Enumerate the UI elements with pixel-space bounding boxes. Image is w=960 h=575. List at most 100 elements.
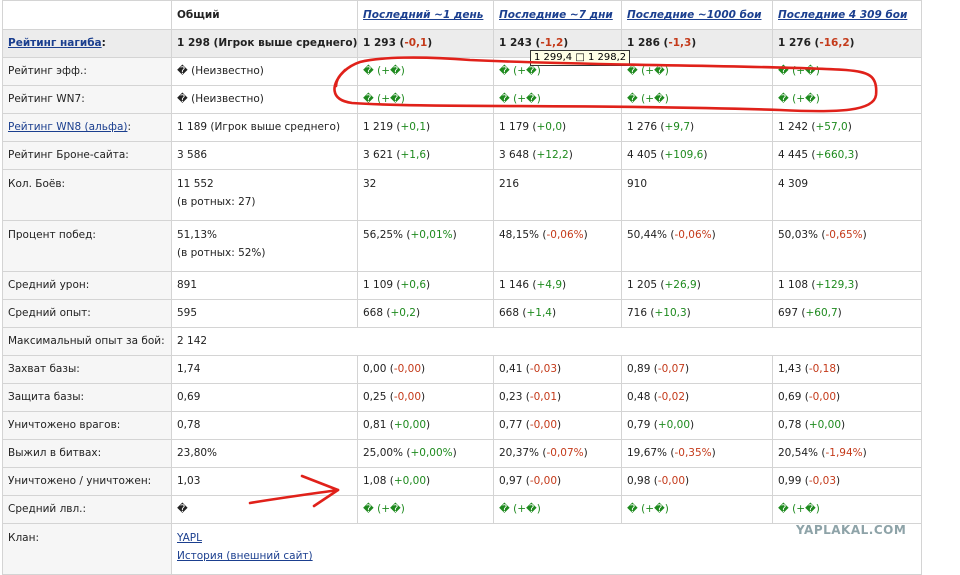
all-delta: -0,00 xyxy=(808,391,836,403)
all-value: 697 xyxy=(778,307,799,319)
general-value: 23,80% xyxy=(171,439,358,468)
general-subvalue: (в ротных: 27) xyxy=(177,196,256,208)
all-cell: 1,43 (-0,18) xyxy=(772,355,922,384)
week-value: 48,15% xyxy=(499,229,540,241)
day-value: � (+�) xyxy=(357,57,494,86)
all-value: � (+�) xyxy=(772,495,922,524)
day-cell: 1,08 (+0,00) xyxy=(357,467,494,496)
value-tooltip: 1 299,4 □ 1 298,2 xyxy=(530,50,631,66)
day-delta: -0,00 xyxy=(393,391,421,403)
general-value: � xyxy=(171,495,358,524)
row-label: Клан: xyxy=(2,523,172,575)
week-cell: 0,41 (-0,03) xyxy=(493,355,622,384)
day-value: 25,00% xyxy=(363,447,404,459)
k-cell: 50,44% (-0,06%) xyxy=(621,220,773,272)
row-label: Максимальный опыт за бой: xyxy=(2,327,172,356)
k-value: 0,48 xyxy=(627,391,651,403)
day-cell: 3 621 (+1,6) xyxy=(357,141,494,170)
k-delta: +10,3 xyxy=(654,307,687,319)
general-subvalue: (в ротных: 52%) xyxy=(177,247,266,259)
day-value: � (+�) xyxy=(357,85,494,114)
k-delta: -0,35% xyxy=(674,447,712,459)
all-delta: -0,65% xyxy=(825,229,863,241)
week-value: 0,23 xyxy=(499,391,523,403)
row-label: Рейтинг Броне-сайта: xyxy=(2,141,172,170)
table-row-damage: Средний урон: 891 1 109 (+0,6) 1 146 (+4… xyxy=(2,271,922,300)
history-external-link[interactable]: История (внешний сайт) xyxy=(177,547,916,565)
k-value: 716 xyxy=(627,307,648,319)
day-delta: +0,00 xyxy=(393,475,427,487)
week-value: 1 146 xyxy=(499,279,530,291)
table-row-eff: Рейтинг эфф.: � (Неизвестно) � (+�) � (+… xyxy=(2,57,922,86)
all-delta: -0,18 xyxy=(808,363,836,375)
k-delta: -0,00 xyxy=(657,475,685,487)
stats-table: Общий Последний ~1 день Последние ~7 дни… xyxy=(2,0,922,575)
day-delta: +0,01% xyxy=(410,229,453,241)
week-value: 1 243 xyxy=(499,37,532,49)
all-value: 0,69 xyxy=(778,391,802,403)
k-value: � (+�) xyxy=(621,495,773,524)
day-cell: 0,25 (-0,00) xyxy=(357,383,494,412)
day-cell: 0,81 (+0,00) xyxy=(357,411,494,440)
week-cell: 0,97 (-0,00) xyxy=(493,467,622,496)
row-label: Уничтожено / уничтожен: xyxy=(2,467,172,496)
week-cell: 0,23 (-0,01) xyxy=(493,383,622,412)
table-row-nagib: Рейтинг нагиба: 1 298 (Игрок выше средне… xyxy=(2,29,922,58)
week-value: � (+�) xyxy=(493,495,622,524)
all-cell: 0,69 (-0,00) xyxy=(772,383,922,412)
all-cell: 1 242 (+57,0) xyxy=(772,113,922,142)
week-delta: -0,00 xyxy=(529,475,557,487)
day-delta: +0,1 xyxy=(400,121,427,133)
week-delta: -1,2 xyxy=(540,37,564,49)
all-value: � (+�) xyxy=(772,57,922,86)
row-label: Уничтожено врагов: xyxy=(2,411,172,440)
general-value: � (Неизвестно) xyxy=(171,85,358,114)
k-delta: -1,3 xyxy=(668,37,692,49)
col-header-week-link[interactable]: Последние ~7 дни xyxy=(499,9,613,21)
rating-wn8-link[interactable]: Рейтинг WN8 (альфа) xyxy=(8,121,127,133)
row-label: Защита базы: xyxy=(2,383,172,412)
week-delta: +0,0 xyxy=(536,121,563,133)
k-value: 1 276 xyxy=(627,121,658,133)
watermark-text: YAPLAKAL.COM xyxy=(796,523,907,537)
day-value: 32 xyxy=(357,169,494,221)
k-delta: +26,9 xyxy=(664,279,697,291)
col-header-1000-link[interactable]: Последние ~1000 бои xyxy=(627,9,762,21)
general-cell: 11 552 (в ротных: 27) xyxy=(171,169,358,221)
day-cell: 668 (+0,2) xyxy=(357,299,494,328)
week-cell: 48,15% (-0,06%) xyxy=(493,220,622,272)
all-delta: -16,2 xyxy=(819,37,850,49)
all-cell: 50,03% (-0,65%) xyxy=(772,220,922,272)
general-cell: 51,13% (в ротных: 52%) xyxy=(171,220,358,272)
row-label-cell: Рейтинг нагиба: xyxy=(2,29,172,58)
table-row-xp: Средний опыт: 595 668 (+0,2) 668 (+1,4) … xyxy=(2,299,922,328)
label-colon: : xyxy=(101,37,106,49)
col-header-all-link[interactable]: Последние 4 309 бои xyxy=(778,9,907,21)
day-cell: 0,00 (-0,00) xyxy=(357,355,494,384)
general-value: 51,13% xyxy=(177,229,218,241)
all-cell: 697 (+60,7) xyxy=(772,299,922,328)
week-value: 216 xyxy=(493,169,622,221)
day-value: � (+�) xyxy=(357,495,494,524)
all-cell: 0,78 (+0,00) xyxy=(772,411,922,440)
k-delta: +109,6 xyxy=(664,149,704,161)
table-row-kd: Уничтожено / уничтожен: 1,03 1,08 (+0,00… xyxy=(2,467,922,496)
k-delta: -0,02 xyxy=(657,391,685,403)
week-delta: +12,2 xyxy=(536,149,569,161)
table-row-avg-level: Средний лвл.: � � (+�) � (+�) � (+�) � (… xyxy=(2,495,922,524)
table-row-max-xp: Максимальный опыт за бой: 2 142 xyxy=(2,327,922,356)
rating-nagib-link[interactable]: Рейтинг нагиба xyxy=(8,37,102,49)
week-value: 668 xyxy=(499,307,520,319)
all-value: 4 309 xyxy=(772,169,922,221)
day-value: 1,08 xyxy=(363,475,387,487)
day-delta: +0,00% xyxy=(410,447,453,459)
day-value: 0,00 xyxy=(363,363,387,375)
general-value: 1 298 (Игрок выше среднего) xyxy=(171,29,358,58)
k-cell: 1 276 (+9,7) xyxy=(621,113,773,142)
general-value: 2 142 xyxy=(171,327,922,356)
k-delta: -0,06% xyxy=(674,229,712,241)
k-value: 19,67% xyxy=(627,447,668,459)
k-cell: 716 (+10,3) xyxy=(621,299,773,328)
col-header-day-link[interactable]: Последний ~1 день xyxy=(363,9,483,21)
all-delta: +660,3 xyxy=(815,149,855,161)
